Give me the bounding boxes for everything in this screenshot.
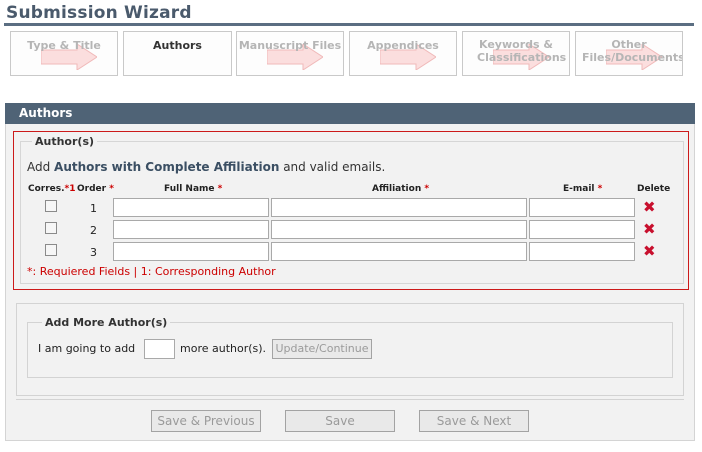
full-name-input[interactable] [113, 198, 269, 217]
affiliation-input[interactable] [271, 242, 527, 261]
col-corres-header: Corres.*1 [28, 184, 76, 194]
col-email-header: E-mail * [563, 184, 603, 194]
update-continue-button[interactable]: Update/Continue [272, 339, 372, 359]
wizard-title: Submission Wizard [6, 3, 192, 23]
author-order: 1 [90, 202, 97, 215]
step-keywords-classifications[interactable]: Keywords & Classifications [462, 31, 570, 76]
author-order: 2 [90, 224, 97, 237]
step-label: Other Files/Documents [582, 38, 683, 64]
step-label: Keywords & Classifications [477, 38, 567, 64]
email-input[interactable] [529, 198, 635, 217]
step-label: Manuscript Files [238, 39, 342, 52]
affiliation-input[interactable] [271, 198, 527, 217]
intro-highlight: Authors with Complete Affiliation [54, 160, 280, 174]
corresponding-checkbox[interactable] [45, 222, 57, 234]
required-fields-note: *: Requiered Fields | 1: Corresponding A… [27, 265, 276, 278]
title-divider [4, 23, 694, 26]
intro-suffix: and valid emails. [279, 160, 386, 174]
delete-x-icon[interactable]: ✖ [643, 244, 656, 259]
step-label: Appendices [367, 39, 439, 52]
corresponding-checkbox[interactable] [45, 244, 57, 256]
authors-legend: Author(s) [32, 135, 98, 148]
email-input[interactable] [529, 220, 635, 239]
step-label: Authors [153, 39, 202, 52]
col-delete-header: Delete [637, 184, 671, 194]
col-full-name-header: Full Name * [164, 184, 223, 194]
step-appendices[interactable]: Appendices [349, 31, 457, 76]
add-more-suffix: more author(s). [180, 342, 267, 355]
wizard-steps: Type & Title Authors Manuscript Files Ap… [10, 31, 684, 76]
add-more-legend: Add More Author(s) [42, 316, 171, 329]
author-count-input[interactable] [144, 339, 175, 359]
step-other-files[interactable]: Other Files/Documents [575, 31, 683, 76]
corresponding-checkbox[interactable] [45, 200, 57, 212]
col-order-header: Order * [77, 184, 114, 194]
step-type-title[interactable]: Type & Title [10, 31, 118, 76]
author-order: 3 [90, 246, 97, 259]
col-affiliation-header: Affiliation * [372, 184, 430, 194]
panel-header: Authors [5, 103, 695, 124]
step-label: Type & Title [27, 39, 101, 52]
full-name-input[interactable] [113, 242, 269, 261]
affiliation-input[interactable] [271, 220, 527, 239]
intro-prefix: Add [27, 160, 55, 174]
step-manuscript-files[interactable]: Manuscript Files [236, 31, 344, 76]
actions-divider [16, 399, 684, 400]
delete-x-icon[interactable]: ✖ [643, 200, 656, 215]
authors-intro: Add Authors with Complete Affiliation an… [27, 160, 385, 174]
save-previous-button[interactable]: Save & Previous [151, 410, 261, 432]
email-input[interactable] [529, 242, 635, 261]
save-button[interactable]: Save [285, 410, 395, 432]
save-next-button[interactable]: Save & Next [419, 410, 529, 432]
step-authors[interactable]: Authors [123, 31, 232, 76]
delete-x-icon[interactable]: ✖ [643, 222, 656, 237]
full-name-input[interactable] [113, 220, 269, 239]
add-more-prefix: I am going to add [38, 342, 136, 355]
